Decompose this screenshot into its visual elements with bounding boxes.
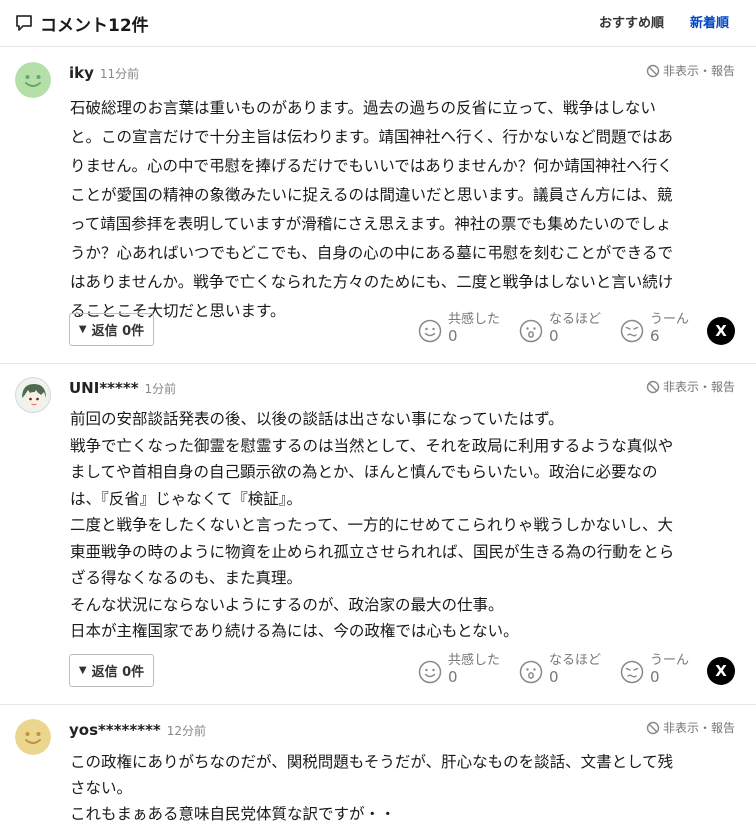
comment-line: そんな状況にならないようにするのが、政治家の最大の仕事。 xyxy=(70,595,504,614)
comment-item: yos******** 12分前 非表示・報告 この政権にありがちなのだが、関税… xyxy=(0,705,756,827)
comment-line: 日本が主権国家であり続ける為には、今の政権では心もとない。 xyxy=(70,622,519,640)
user-name[interactable]: yos******** xyxy=(69,721,161,739)
comment-meta: yos******** 12分前 xyxy=(69,721,206,739)
smiley-avatar-icon xyxy=(15,719,51,755)
comment-line: さない。 xyxy=(70,779,133,797)
comment-line: この政権にありがちなのだが、関税問題もそうだが、肝心なものを談話、文書として残 xyxy=(70,753,674,771)
comment-line: うか？心あればいつでもどこでも、自身の心の中にある墓に弔慰を刻むことができるで xyxy=(70,244,673,262)
hide-report-label: 非表示・報告 xyxy=(662,380,735,394)
sort-recommended-tab[interactable]: おすすめ順 xyxy=(599,12,664,31)
empathy-label: 共感した xyxy=(448,312,501,327)
comment-line: は、『反省』じゃなくて『検証』。 xyxy=(70,489,303,508)
comment-line: 戦争で亡くなった御霊を慰霊するのは当然として、それを政局に利用するような真似や xyxy=(70,436,674,455)
avatar[interactable] xyxy=(15,377,51,413)
comment-icon xyxy=(16,15,32,31)
uun-button[interactable]: うーん 6 xyxy=(620,313,689,345)
comment-meta: iky 11分前 xyxy=(69,64,139,82)
comment-item: UNI***** 1分前 非表示・報告 前回の安部談話発表の後、以後の談話は出さ… xyxy=(0,364,756,705)
uun-count: 6 xyxy=(650,327,660,345)
sort-tabs: おすすめ順 新着順 xyxy=(599,12,729,31)
comment-line: って靖国参拝を表明していますが滑稽にさえ思えます。神社の票でも集めたいのでしょ xyxy=(70,215,672,233)
comment-item: iky 11分前 非表示・報告 石破総理のお言葉は重いものがあります。過去の過ち… xyxy=(0,47,756,364)
user-name[interactable]: UNI***** xyxy=(69,379,139,397)
surprised-face-icon xyxy=(519,660,543,684)
comment-body: この政権にありがちなのだが、関税問題もそうだが、肝心なものを談話、文書として残 … xyxy=(70,749,732,827)
triangle-down-icon: ▼ xyxy=(78,665,87,676)
comment-body: 石破総理のお言葉は重いものがあります。過去の過ちの反省に立って、戦争はしない と… xyxy=(70,94,732,326)
comment-line: と。この宣言だけで十分主旨は伝わります。靖国神社へ行く、行かないなど問題ではあ xyxy=(70,128,673,146)
hide-report-link[interactable]: 非表示・報告 xyxy=(646,62,735,79)
comment-meta: UNI***** 1分前 xyxy=(69,379,176,397)
reply-label: 返信 0件 xyxy=(91,665,145,680)
naruhodo-count: 0 xyxy=(549,327,559,345)
uun-count: 0 xyxy=(650,668,660,686)
smiley-avatar-icon xyxy=(15,62,51,98)
character-avatar-icon xyxy=(22,384,46,408)
post-time: 12分前 xyxy=(166,724,207,738)
comment-line: 二度と戦争をしたくないと言ったって、一方的にせめてこられりゃ戦うしかないし、大 xyxy=(70,516,673,534)
reply-button[interactable]: ▼ 返信 0件 xyxy=(69,313,154,346)
troubled-face-icon xyxy=(620,319,644,343)
naruhodo-count: 0 xyxy=(549,668,559,686)
uun-label: うーん xyxy=(650,653,690,668)
avatar[interactable] xyxy=(15,719,51,755)
naruhodo-label: なるほど xyxy=(549,312,602,327)
empathy-label: 共感した xyxy=(448,653,501,668)
post-time: 1分前 xyxy=(144,382,177,396)
smile-face-icon xyxy=(418,660,442,684)
comments-title: コメント12件 xyxy=(14,11,149,36)
x-share-button[interactable]: X xyxy=(707,317,735,345)
hide-report-link[interactable]: 非表示・報告 xyxy=(646,719,735,736)
post-time: 11分前 xyxy=(99,67,140,81)
comment-line: りません。心の中で弔慰を捧げるだけでもいいではありませんか？何か靖国神社へ行く xyxy=(70,157,673,175)
naruhodo-button[interactable]: なるほど 0 xyxy=(519,313,601,345)
uun-label: うーん xyxy=(650,312,690,327)
user-name[interactable]: iky xyxy=(69,64,94,82)
comment-line: ましてや首相自身の自己顕示欲の為とか、ほんと慎んでもらいたい。政治に必要なの xyxy=(70,463,658,481)
block-icon xyxy=(646,380,660,393)
empathy-button[interactable]: 共感した 0 xyxy=(418,654,500,686)
comments-header: コメント12件 おすすめ順 新着順 xyxy=(0,0,756,47)
hide-report-label: 非表示・報告 xyxy=(662,721,735,735)
hide-report-link[interactable]: 非表示・報告 xyxy=(646,378,735,395)
naruhodo-label: なるほど xyxy=(549,653,602,668)
x-logo-icon: X xyxy=(715,662,727,680)
comment-line: 前回の安部談話発表の後、以後の談話は出さない事になっていたはず。 xyxy=(70,410,564,428)
x-logo-icon: X xyxy=(715,322,727,340)
reply-label: 返信 0件 xyxy=(91,324,145,339)
comment-line: これもまぁある意味自民党体質な訳ですが・・ xyxy=(70,805,396,823)
comment-line: 石破総理のお言葉は重いものがあります。過去の過ちの反省に立って、戦争はしない xyxy=(70,99,656,117)
hide-report-label: 非表示・報告 xyxy=(662,64,735,78)
comment-line: 東亜戦争の時のように物資を止められ孤立させられれば、国民が生きる為の行動をとら xyxy=(70,542,675,561)
smile-face-icon xyxy=(418,319,442,343)
uun-button[interactable]: うーん 0 xyxy=(620,654,689,686)
empathy-count: 0 xyxy=(448,668,458,686)
sort-newest-tab[interactable]: 新着順 xyxy=(690,12,729,31)
comment-line: ざる得なくなるのも、また真理。 xyxy=(70,569,303,587)
comment-count-title: コメント12件 xyxy=(40,15,149,36)
empathy-button[interactable]: 共感した 0 xyxy=(418,313,500,345)
naruhodo-button[interactable]: なるほど 0 xyxy=(519,654,601,686)
comment-line: はありませんか。戦争で亡くなられた方々のためにも、二度と戦争はしないと言い続け xyxy=(70,273,674,291)
comment-body: 前回の安部談話発表の後、以後の談話は出さない事になっていたはず。 戦争で亡くなっ… xyxy=(70,406,732,645)
block-icon xyxy=(646,721,660,734)
empathy-count: 0 xyxy=(448,327,458,345)
reply-button[interactable]: ▼ 返信 0件 xyxy=(69,654,154,687)
x-share-button[interactable]: X xyxy=(707,657,735,685)
avatar[interactable] xyxy=(15,62,51,98)
comment-line: ことが愛国の精神の象徴みたいに捉えるのは間違いだと思います。議員さん方には、競 xyxy=(70,186,673,204)
troubled-face-icon xyxy=(620,660,644,684)
surprised-face-icon xyxy=(519,319,543,343)
block-icon xyxy=(646,64,660,77)
triangle-down-icon: ▼ xyxy=(78,324,87,335)
